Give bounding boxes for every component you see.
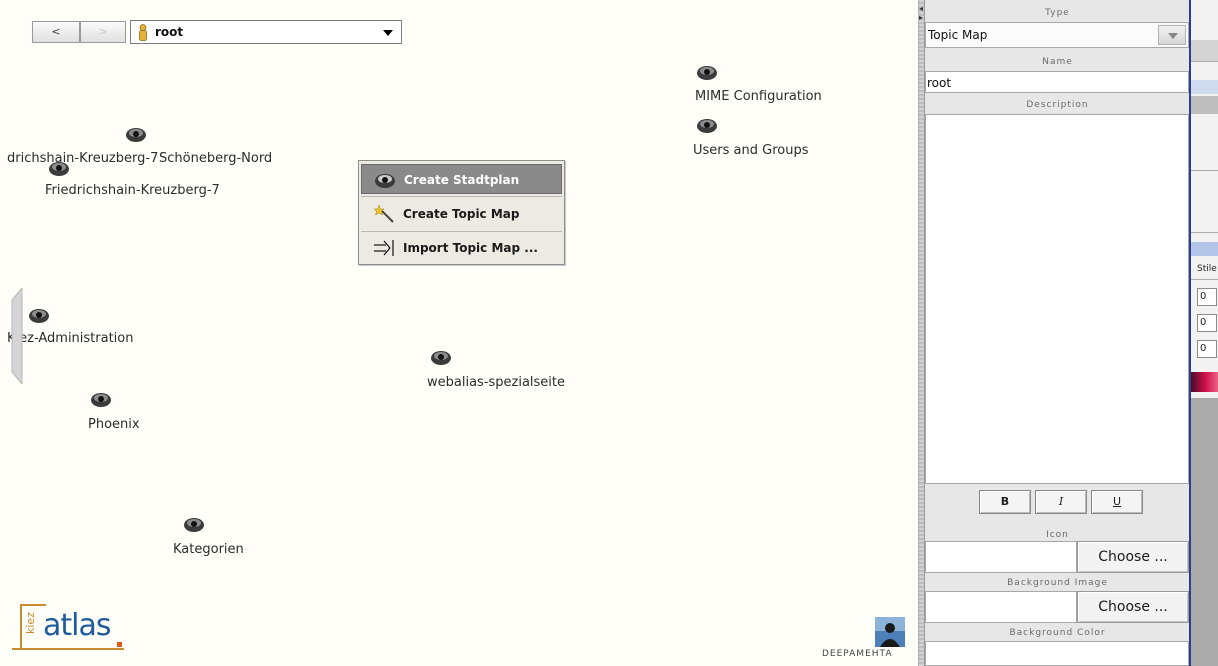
eye-icon [697,66,717,80]
eye-icon [91,393,111,407]
italic-button[interactable]: I [1035,490,1087,514]
property-panel: Type Topic Map Name root Description B I… [924,0,1189,666]
selected-map-label: root [155,25,184,39]
window-toolbar-strip [1191,40,1218,62]
logo-kiez-text: kiez [24,612,37,634]
stile-value-field[interactable]: 0 [1197,314,1217,332]
eye-icon [29,309,49,323]
background-color-field[interactable] [925,641,1189,666]
topic-label: webalias-spezialseite [427,375,566,390]
topic-label: Friedrichshain-Kreuzberg-7 [45,183,220,198]
window-gray-area [1191,398,1218,666]
menu-divider [361,196,562,197]
background-color-label: Background Color [1009,628,1106,638]
eye-icon [697,119,717,133]
bold-button[interactable]: B [979,490,1031,514]
topic-map-canvas[interactable]: < > root MIME Configuration Users and Gr… [0,0,918,666]
deepamehta-logo-icon [875,617,905,647]
stile-value-field[interactable]: 0 [1197,288,1217,306]
menu-item-label: Import Topic Map ... [403,241,538,255]
topic-label: Users and Groups [693,143,809,158]
name-input[interactable]: root [925,71,1189,93]
description-label: Description [1026,100,1089,110]
kiezatlas-logo: kiez atlas [12,604,124,656]
menu-item-create-stadtplan[interactable]: Create Stadtplan [361,164,562,194]
name-value: root [927,76,952,90]
window-strip [1191,96,1218,114]
description-textarea[interactable] [925,114,1189,484]
eye-icon [184,518,204,532]
type-select[interactable]: Topic Map [925,22,1189,48]
eye-icon [375,174,395,188]
background-image-choose-button[interactable]: Choose ... [1077,591,1189,623]
stile-value-field[interactable]: 0 [1197,340,1217,358]
menu-item-import-topic-map[interactable]: Import Topic Map ... [361,233,562,263]
deepamehta-wordmark: DEEPAMEHTA [822,649,893,659]
magic-wand-icon [373,205,394,223]
color-gradient-bar [1191,372,1218,392]
icon-label: Icon [1046,530,1069,540]
topic-label: Kiez-Administration [7,331,134,346]
topic-label: Schöneberg-Nord [159,151,273,166]
collapse-tab-icon[interactable] [10,288,24,384]
eye-icon [431,351,451,365]
back-button[interactable]: < [32,21,80,43]
topic-label-overlap: drichshain-Kreuzberg-7 [7,151,159,166]
window-strip [1191,80,1218,94]
background-image-label: Background Image [1007,578,1108,588]
icon-choose-button[interactable]: Choose ... [1077,541,1189,573]
menu-item-label: Create Topic Map [403,207,520,221]
underline-button[interactable]: U [1091,490,1143,514]
menu-item-label: Create Stadtplan [404,173,520,187]
stile-label: Stile [1191,264,1218,280]
background-image-field[interactable] [925,591,1077,623]
context-menu: Create Stadtplan Create Topic Map Import [358,160,565,265]
logo-atlas-text: atlas [43,608,111,643]
name-label: Name [1042,57,1073,67]
background-window-edge: Stile 0 0 0 [1189,0,1218,666]
deepamehta-logo: DEEPAMEHTA [822,617,914,661]
topic-label: Phoenix [88,417,140,432]
user-icon [139,24,147,41]
icon-path-field[interactable] [925,541,1077,573]
topic-map-selector[interactable]: root [130,20,402,44]
forward-button[interactable]: > [80,21,126,43]
type-label: Type [1045,8,1070,18]
window-divider [1191,232,1218,233]
logo-dot [117,642,122,647]
topic-label: MIME Configuration [695,89,822,104]
logo-baseline [12,648,124,650]
type-value: Topic Map [928,28,988,42]
topic-label: Kategorien [173,542,244,557]
window-strip [1191,242,1218,256]
type-dropdown-button[interactable] [1158,25,1186,45]
menu-divider [361,231,562,232]
dropdown-arrow-icon [383,30,393,36]
eye-icon [126,128,146,142]
window-divider [1191,170,1218,171]
app-window: < > root MIME Configuration Users and Gr… [0,0,1218,666]
import-arrow-icon [374,240,394,256]
menu-item-create-topic-map[interactable]: Create Topic Map [361,199,562,229]
